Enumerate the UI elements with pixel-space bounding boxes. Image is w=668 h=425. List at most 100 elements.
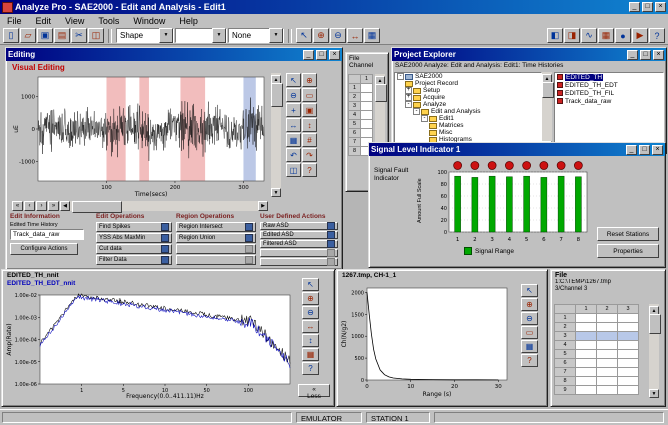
collapse-icon[interactable]: - bbox=[413, 108, 420, 115]
scroll-left-icon[interactable]: ◀ bbox=[60, 201, 70, 211]
grid-icon[interactable]: ▦ bbox=[302, 348, 319, 361]
close-button[interactable]: × bbox=[655, 2, 666, 12]
properties-button[interactable]: Properties bbox=[597, 244, 659, 258]
help-icon[interactable]: ? bbox=[302, 163, 317, 177]
list-item-edited-th-fil[interactable]: EDITED_TH_FIL bbox=[555, 89, 663, 97]
menu-edit[interactable]: Edit bbox=[29, 15, 59, 27]
user-action-edited-asd[interactable]: Edited ASD bbox=[260, 231, 338, 239]
cascade-windows-icon[interactable]: ◨ bbox=[564, 28, 580, 43]
list-item-edited-th[interactable]: EDITED_TH bbox=[555, 73, 663, 81]
list-item-edited-th-edt[interactable]: EDITED_TH_EDT bbox=[555, 81, 663, 89]
waveform-chart[interactable]: 10000-1000100200300Time(secs)uE bbox=[12, 73, 268, 197]
zoom-in-icon[interactable]: ⊕ bbox=[302, 292, 319, 305]
maximize-button[interactable]: □ bbox=[316, 50, 327, 60]
minimize-button[interactable]: _ bbox=[627, 50, 638, 60]
zoom-in-icon[interactable]: ⊕ bbox=[302, 73, 317, 87]
less-button[interactable]: « Less bbox=[298, 384, 330, 397]
project-explorer-titlebar[interactable]: Project Explorer _ □ × bbox=[392, 48, 666, 61]
open-file-icon[interactable]: ▱ bbox=[20, 28, 36, 43]
tree-item-analyze[interactable]: -Analyze bbox=[395, 101, 541, 108]
redo-icon[interactable]: ↷ bbox=[302, 148, 317, 162]
tree-item-edit-and-analysis[interactable]: -Edit and Analysis bbox=[395, 108, 541, 115]
collapse-icon[interactable]: - bbox=[421, 115, 428, 122]
help-icon[interactable]: ? bbox=[302, 362, 319, 375]
select-icon[interactable]: ↖ bbox=[521, 284, 538, 297]
full-extent-icon[interactable]: ▣ bbox=[302, 103, 317, 117]
menu-help[interactable]: Help bbox=[172, 15, 205, 27]
main-titlebar[interactable]: Analyze Pro - SAE2000 - Edit and Analysi… bbox=[0, 0, 668, 14]
scrollbar-thumb[interactable] bbox=[375, 84, 387, 102]
pan-icon[interactable]: ↔ bbox=[347, 28, 363, 43]
zoom-window-icon[interactable]: ▭ bbox=[521, 326, 538, 339]
scrollbar-thumb[interactable] bbox=[271, 83, 283, 107]
zoom-out-icon[interactable]: ⊖ bbox=[330, 28, 346, 43]
edit-op-filter-data[interactable]: Filter Data bbox=[96, 255, 172, 265]
crosshair-icon[interactable]: + bbox=[286, 103, 301, 117]
select-icon[interactable]: ↖ bbox=[302, 278, 319, 291]
tree-item-edit1[interactable]: -Edit1 bbox=[395, 115, 541, 122]
scroll-down-icon[interactable]: ▼ bbox=[271, 188, 281, 197]
prev-record-icon[interactable]: ‹ bbox=[24, 201, 35, 211]
zoom-y-icon[interactable]: ↕ bbox=[302, 118, 317, 132]
chevron-down-icon[interactable]: ▼ bbox=[212, 28, 226, 43]
region-op-region-intersect[interactable]: Region Intersect bbox=[176, 222, 256, 232]
close-button[interactable]: × bbox=[329, 50, 340, 60]
edited-time-history-input[interactable] bbox=[10, 229, 84, 240]
waveform-horizontal-scrollbar[interactable]: ◀▶ bbox=[60, 201, 268, 211]
next-record-icon[interactable]: › bbox=[36, 201, 47, 211]
cut-icon[interactable]: ✂ bbox=[71, 28, 87, 43]
help-icon[interactable]: ? bbox=[649, 28, 665, 43]
save-icon[interactable]: ▣ bbox=[37, 28, 53, 43]
tree-scrollbar[interactable]: ▲ ▼ bbox=[542, 72, 552, 150]
tree-item-sae2000[interactable]: -SAE2000 bbox=[395, 73, 541, 80]
copy-icon[interactable]: ◫ bbox=[88, 28, 104, 43]
zoom-x-icon[interactable]: ↔ bbox=[302, 320, 319, 333]
zoom-in-icon[interactable]: ⊕ bbox=[521, 298, 538, 311]
pointer-icon[interactable]: ↖ bbox=[296, 28, 312, 43]
zoom-y-icon[interactable]: ↕ bbox=[302, 334, 319, 347]
scrollbar-track[interactable] bbox=[70, 201, 258, 211]
maximize-button[interactable]: □ bbox=[639, 145, 650, 155]
tree-item-acquire[interactable]: +Acquire bbox=[395, 94, 541, 101]
zoom-window-icon[interactable]: ▭ bbox=[302, 88, 317, 102]
user-action-filtered-asd[interactable]: Filtered ASD bbox=[260, 240, 338, 248]
tree-item-setup[interactable]: +Setup bbox=[395, 87, 541, 94]
zoom-in-icon[interactable]: ⊕ bbox=[313, 28, 329, 43]
close-button[interactable]: × bbox=[653, 50, 664, 60]
collapse-icon[interactable]: - bbox=[397, 73, 404, 80]
table-icon[interactable]: ▦ bbox=[598, 28, 614, 43]
scrollbar-thumb[interactable] bbox=[649, 314, 661, 334]
shape-combo[interactable]: Shape ▼ bbox=[116, 28, 174, 43]
grid-icon[interactable]: ▦ bbox=[286, 133, 301, 147]
scrollbar-thumb[interactable] bbox=[72, 201, 122, 213]
copy-plot-icon[interactable]: ◫ bbox=[286, 163, 301, 177]
scroll-right-icon[interactable]: ▶ bbox=[258, 201, 268, 211]
expand-icon[interactable]: + bbox=[405, 94, 412, 101]
edit-op-find-spikes[interactable]: Find Spikes bbox=[96, 222, 172, 232]
run-icon[interactable]: ▶ bbox=[632, 28, 648, 43]
none-combo[interactable]: None ▼ bbox=[228, 28, 284, 43]
scroll-down-icon[interactable]: ▼ bbox=[649, 389, 659, 398]
grid-icon[interactable]: ▦ bbox=[364, 28, 380, 43]
minimize-button[interactable]: _ bbox=[629, 2, 640, 12]
list-item-track-data-raw[interactable]: Track_data_raw bbox=[555, 97, 663, 105]
zoom-out-icon[interactable]: ⊖ bbox=[302, 306, 319, 319]
tree-item-project-record[interactable]: Project Record bbox=[395, 80, 541, 87]
tool-combo[interactable]: ▼ bbox=[175, 28, 227, 43]
undo-icon[interactable]: ↶ bbox=[286, 148, 301, 162]
channel-selection-grid[interactable]: 123123456789 bbox=[554, 304, 639, 395]
menu-tools[interactable]: Tools bbox=[91, 15, 126, 27]
region-op-region-union[interactable]: Region Union bbox=[176, 233, 256, 243]
tree-item-matrices[interactable]: Matrices bbox=[395, 122, 541, 129]
expand-icon[interactable]: + bbox=[405, 87, 412, 94]
zoom-x-icon[interactable]: ↔ bbox=[286, 118, 301, 132]
minimize-button[interactable]: _ bbox=[626, 145, 637, 155]
menu-file[interactable]: File bbox=[0, 15, 29, 27]
last-record-icon[interactable]: » bbox=[48, 201, 59, 211]
close-button[interactable]: × bbox=[652, 145, 663, 155]
maximize-button[interactable]: □ bbox=[642, 2, 653, 12]
chevron-down-icon[interactable]: ▼ bbox=[159, 28, 173, 43]
waveform-vertical-scrollbar[interactable]: ▲ ▼ bbox=[271, 73, 281, 197]
marker-icon[interactable]: # bbox=[302, 133, 317, 147]
tree-item-misc[interactable]: Misc bbox=[395, 129, 541, 136]
